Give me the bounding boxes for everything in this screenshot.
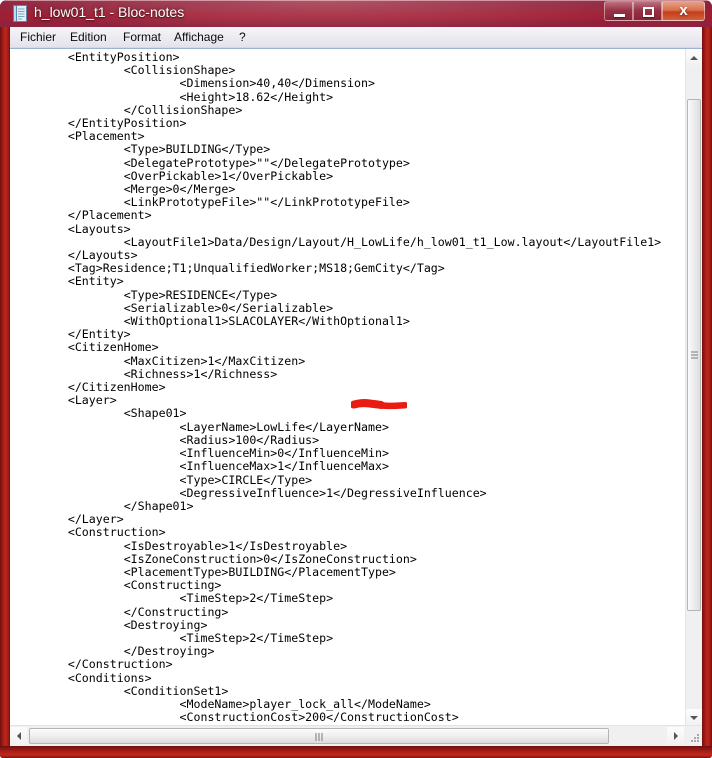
vertical-scrollbar[interactable]	[685, 49, 702, 726]
maximize-button[interactable]	[633, 1, 662, 21]
triangle-down-icon	[690, 715, 698, 720]
triangle-left-icon	[16, 732, 21, 740]
text-editor[interactable]: <EntityPosition> <CollisionShape> <Dimen…	[10, 50, 683, 726]
menu-item-format[interactable]: Format	[117, 29, 167, 46]
window-frame-bottom	[0, 746, 712, 758]
triangle-right-icon	[673, 732, 678, 740]
maximize-icon	[643, 7, 654, 17]
title-bar[interactable]: h_low01_t1 - Bloc-notes x	[0, 0, 712, 27]
notepad-icon	[12, 5, 28, 22]
scroll-right-button[interactable]	[667, 727, 684, 745]
window-frame-left	[0, 0, 10, 758]
close-button[interactable]: x	[662, 1, 705, 21]
grip-lines-icon	[691, 351, 698, 359]
menu-item-help[interactable]: ?	[233, 29, 252, 46]
window-frame-right	[702, 0, 712, 758]
vertical-scrollbar-thumb[interactable]	[687, 99, 701, 611]
horizontal-scrollbar-thumb[interactable]	[29, 728, 609, 744]
grip-lines-icon	[315, 733, 323, 741]
menu-item-fichier[interactable]: Fichier	[14, 29, 62, 46]
menu-item-edition[interactable]: Edition	[64, 29, 113, 46]
editor-client-area: <EntityPosition> <CollisionShape> <Dimen…	[10, 48, 702, 746]
notepad-window: h_low01_t1 - Bloc-notes x Fichier Editio…	[0, 0, 712, 758]
scroll-down-button[interactable]	[686, 709, 702, 726]
close-icon: x	[679, 2, 688, 19]
triangle-up-icon	[690, 55, 698, 60]
horizontal-scrollbar[interactable]	[10, 725, 702, 746]
scroll-up-button[interactable]	[686, 49, 702, 66]
editor-content[interactable]: <EntityPosition> <CollisionShape> <Dimen…	[12, 50, 661, 726]
window-title: h_low01_t1 - Bloc-notes	[34, 4, 185, 20]
minimize-icon	[614, 14, 625, 17]
menu-item-affichage[interactable]: Affichage	[168, 29, 230, 46]
minimize-button[interactable]	[604, 1, 633, 21]
window-resize-grip[interactable]	[687, 731, 701, 745]
menu-bar: Fichier Edition Format Affichage ?	[10, 27, 702, 48]
scroll-left-button[interactable]	[10, 727, 27, 745]
